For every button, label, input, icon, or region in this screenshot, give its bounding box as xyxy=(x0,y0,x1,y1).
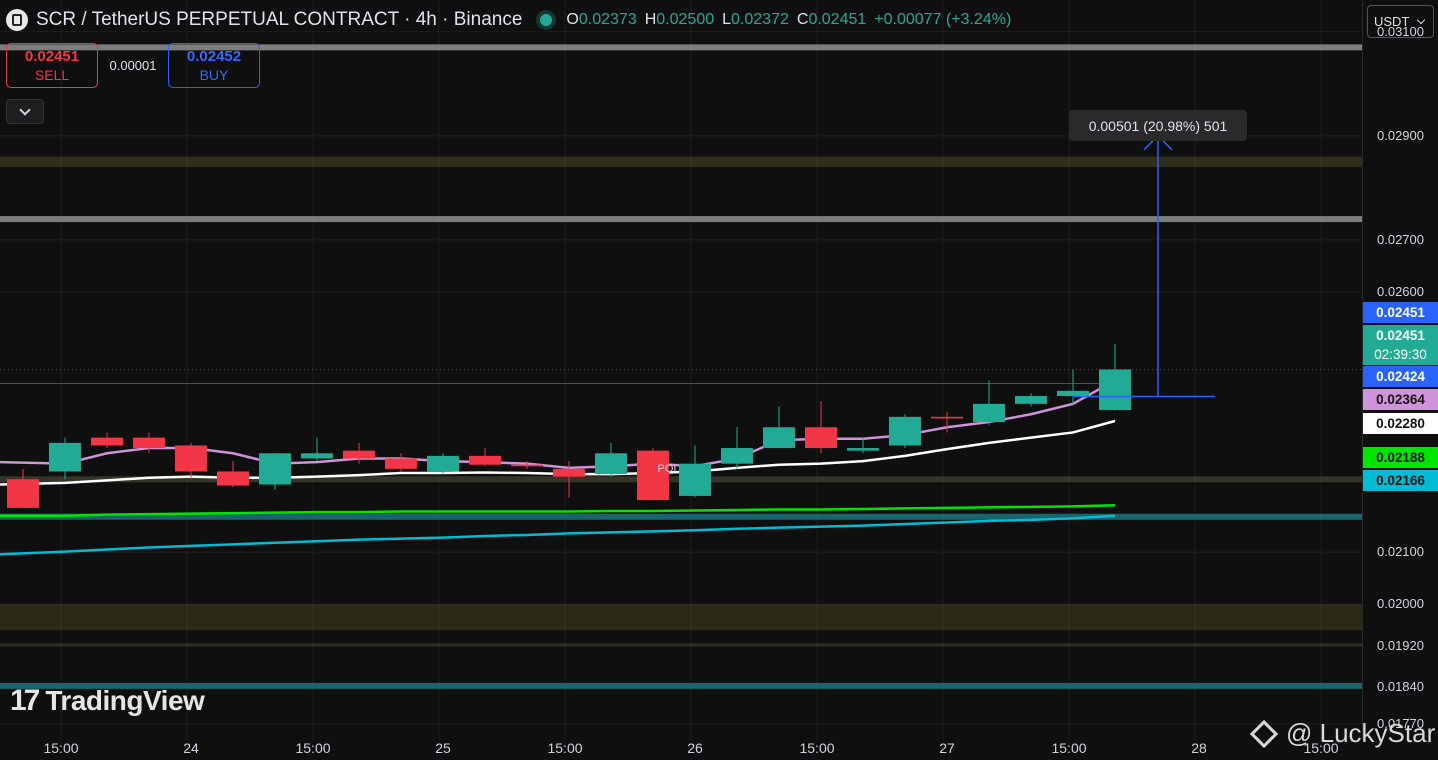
candle-body xyxy=(511,464,543,467)
candle-body xyxy=(763,427,795,449)
collapse-legend-button[interactable] xyxy=(6,99,44,124)
candle-body xyxy=(679,463,711,496)
candle-body xyxy=(805,427,837,449)
time-tick: 15:00 xyxy=(1051,740,1087,756)
time-tick: 15:00 xyxy=(295,740,331,756)
high-value: 0.02500 xyxy=(656,11,715,28)
time-tick: 25 xyxy=(435,740,451,756)
candle-body xyxy=(133,437,165,449)
candle-body xyxy=(7,479,39,508)
market-open-indicator xyxy=(540,14,553,26)
logo-text: TradingView xyxy=(45,685,205,716)
buy-button[interactable]: 0.02452 BUY xyxy=(168,43,260,88)
ohlc-key: L xyxy=(722,11,732,28)
open-value: 0.02373 xyxy=(578,11,637,28)
price-badge: 0.02280 xyxy=(1363,413,1438,434)
chevron-down-icon xyxy=(19,103,31,116)
watermark-text: @ LuckyStar xyxy=(1286,718,1436,748)
price-badge: 0.02451 xyxy=(1363,302,1438,323)
candle-body xyxy=(217,471,249,486)
time-tick: 15:00 xyxy=(43,740,79,756)
candle-body xyxy=(1015,396,1047,404)
candle-body xyxy=(91,437,123,446)
sell-button[interactable]: 0.02451 SELL xyxy=(6,43,98,88)
candle-body xyxy=(1099,369,1131,411)
watermark: @ LuckyStar xyxy=(1249,718,1436,749)
poi-label: POI xyxy=(658,463,677,475)
price-tick: 0.02600 xyxy=(1377,283,1424,299)
candle-body xyxy=(49,442,81,472)
candle-body xyxy=(301,453,333,459)
coin-icon xyxy=(6,9,28,31)
candle-body xyxy=(637,450,669,501)
time-tick: 24 xyxy=(183,740,199,756)
ohlc-key: H xyxy=(644,11,657,28)
price-tick: 0.02900 xyxy=(1377,127,1424,143)
candle-body xyxy=(595,453,627,475)
close-value: 0.02451 xyxy=(808,11,867,28)
candle-body xyxy=(931,416,963,419)
candle-body xyxy=(1057,390,1089,397)
time-tick: 15:00 xyxy=(547,740,583,756)
moving-averages xyxy=(0,379,1116,556)
sell-price: 0.02451 xyxy=(24,47,80,65)
measure-label: 0.00501 (20.98%) 501 xyxy=(1069,110,1247,141)
price-badge: 0.02364 xyxy=(1363,389,1438,410)
ohlc-values: O0.02373 H0.02500 L0.02372 C0.02451 +0.0… xyxy=(566,11,1011,29)
moving-average-line xyxy=(0,514,1116,556)
time-tick: 15:00 xyxy=(799,740,835,756)
price-badge: 0.02424 xyxy=(1363,366,1438,387)
ohlc-key: C xyxy=(796,11,809,28)
measure-tool[interactable] xyxy=(1074,134,1215,398)
price-badge: 0.02166 xyxy=(1363,470,1438,491)
candle-body xyxy=(385,458,417,469)
trade-panel: 0.02451 SELL 0.00001 0.02452 BUY xyxy=(6,43,260,88)
buy-label: BUY xyxy=(199,66,229,83)
price-tick: 0.02100 xyxy=(1377,544,1424,560)
change-value: +0.00077 (+3.24%) xyxy=(874,11,1012,28)
ohlc-key: O xyxy=(566,11,579,28)
zone xyxy=(0,643,1362,647)
candle-body xyxy=(973,403,1005,423)
time-tick: 26 xyxy=(687,740,703,756)
candle-body xyxy=(175,445,207,472)
candle-body xyxy=(847,448,879,451)
zone xyxy=(0,604,1362,631)
candle-body xyxy=(889,416,921,446)
price-tick: 0.01920 xyxy=(1377,637,1424,653)
candle-body xyxy=(553,468,585,477)
price-tick: 0.02700 xyxy=(1377,231,1424,247)
price-badge: 0.02451 xyxy=(1363,325,1438,346)
time-tick: 28 xyxy=(1191,740,1207,756)
tradingview-logo[interactable]: 17 TradingView xyxy=(10,684,205,718)
buy-price: 0.02452 xyxy=(186,47,242,65)
candle-body xyxy=(343,450,375,459)
time-tick: 27 xyxy=(939,740,955,756)
candle-body xyxy=(427,455,459,472)
sell-label: SELL xyxy=(34,66,70,83)
price-tick: 0.02000 xyxy=(1377,596,1424,612)
symbol-title[interactable]: SCR / TetherUS PERPETUAL CONTRACT · 4h ·… xyxy=(36,9,522,31)
annotations: POI xyxy=(658,463,677,475)
chart-header: SCR / TetherUS PERPETUAL CONTRACT · 4h ·… xyxy=(6,6,1011,34)
level-line xyxy=(0,682,1362,689)
candle-body xyxy=(259,453,291,485)
moving-average-line xyxy=(0,379,1116,470)
low-value: 0.02372 xyxy=(731,11,789,28)
tv-logo-icon: 17 xyxy=(10,684,40,717)
candle-body xyxy=(721,448,753,464)
spread-value: 0.00001 xyxy=(109,58,157,73)
price-tick: 0.03100 xyxy=(1377,23,1424,39)
diamond-icon xyxy=(1249,719,1279,748)
candle-body xyxy=(469,455,501,465)
price-badge: 0.02188 xyxy=(1363,447,1438,468)
price-tick: 0.01840 xyxy=(1377,679,1424,695)
countdown-timer: 02:39:30 xyxy=(1363,344,1438,365)
